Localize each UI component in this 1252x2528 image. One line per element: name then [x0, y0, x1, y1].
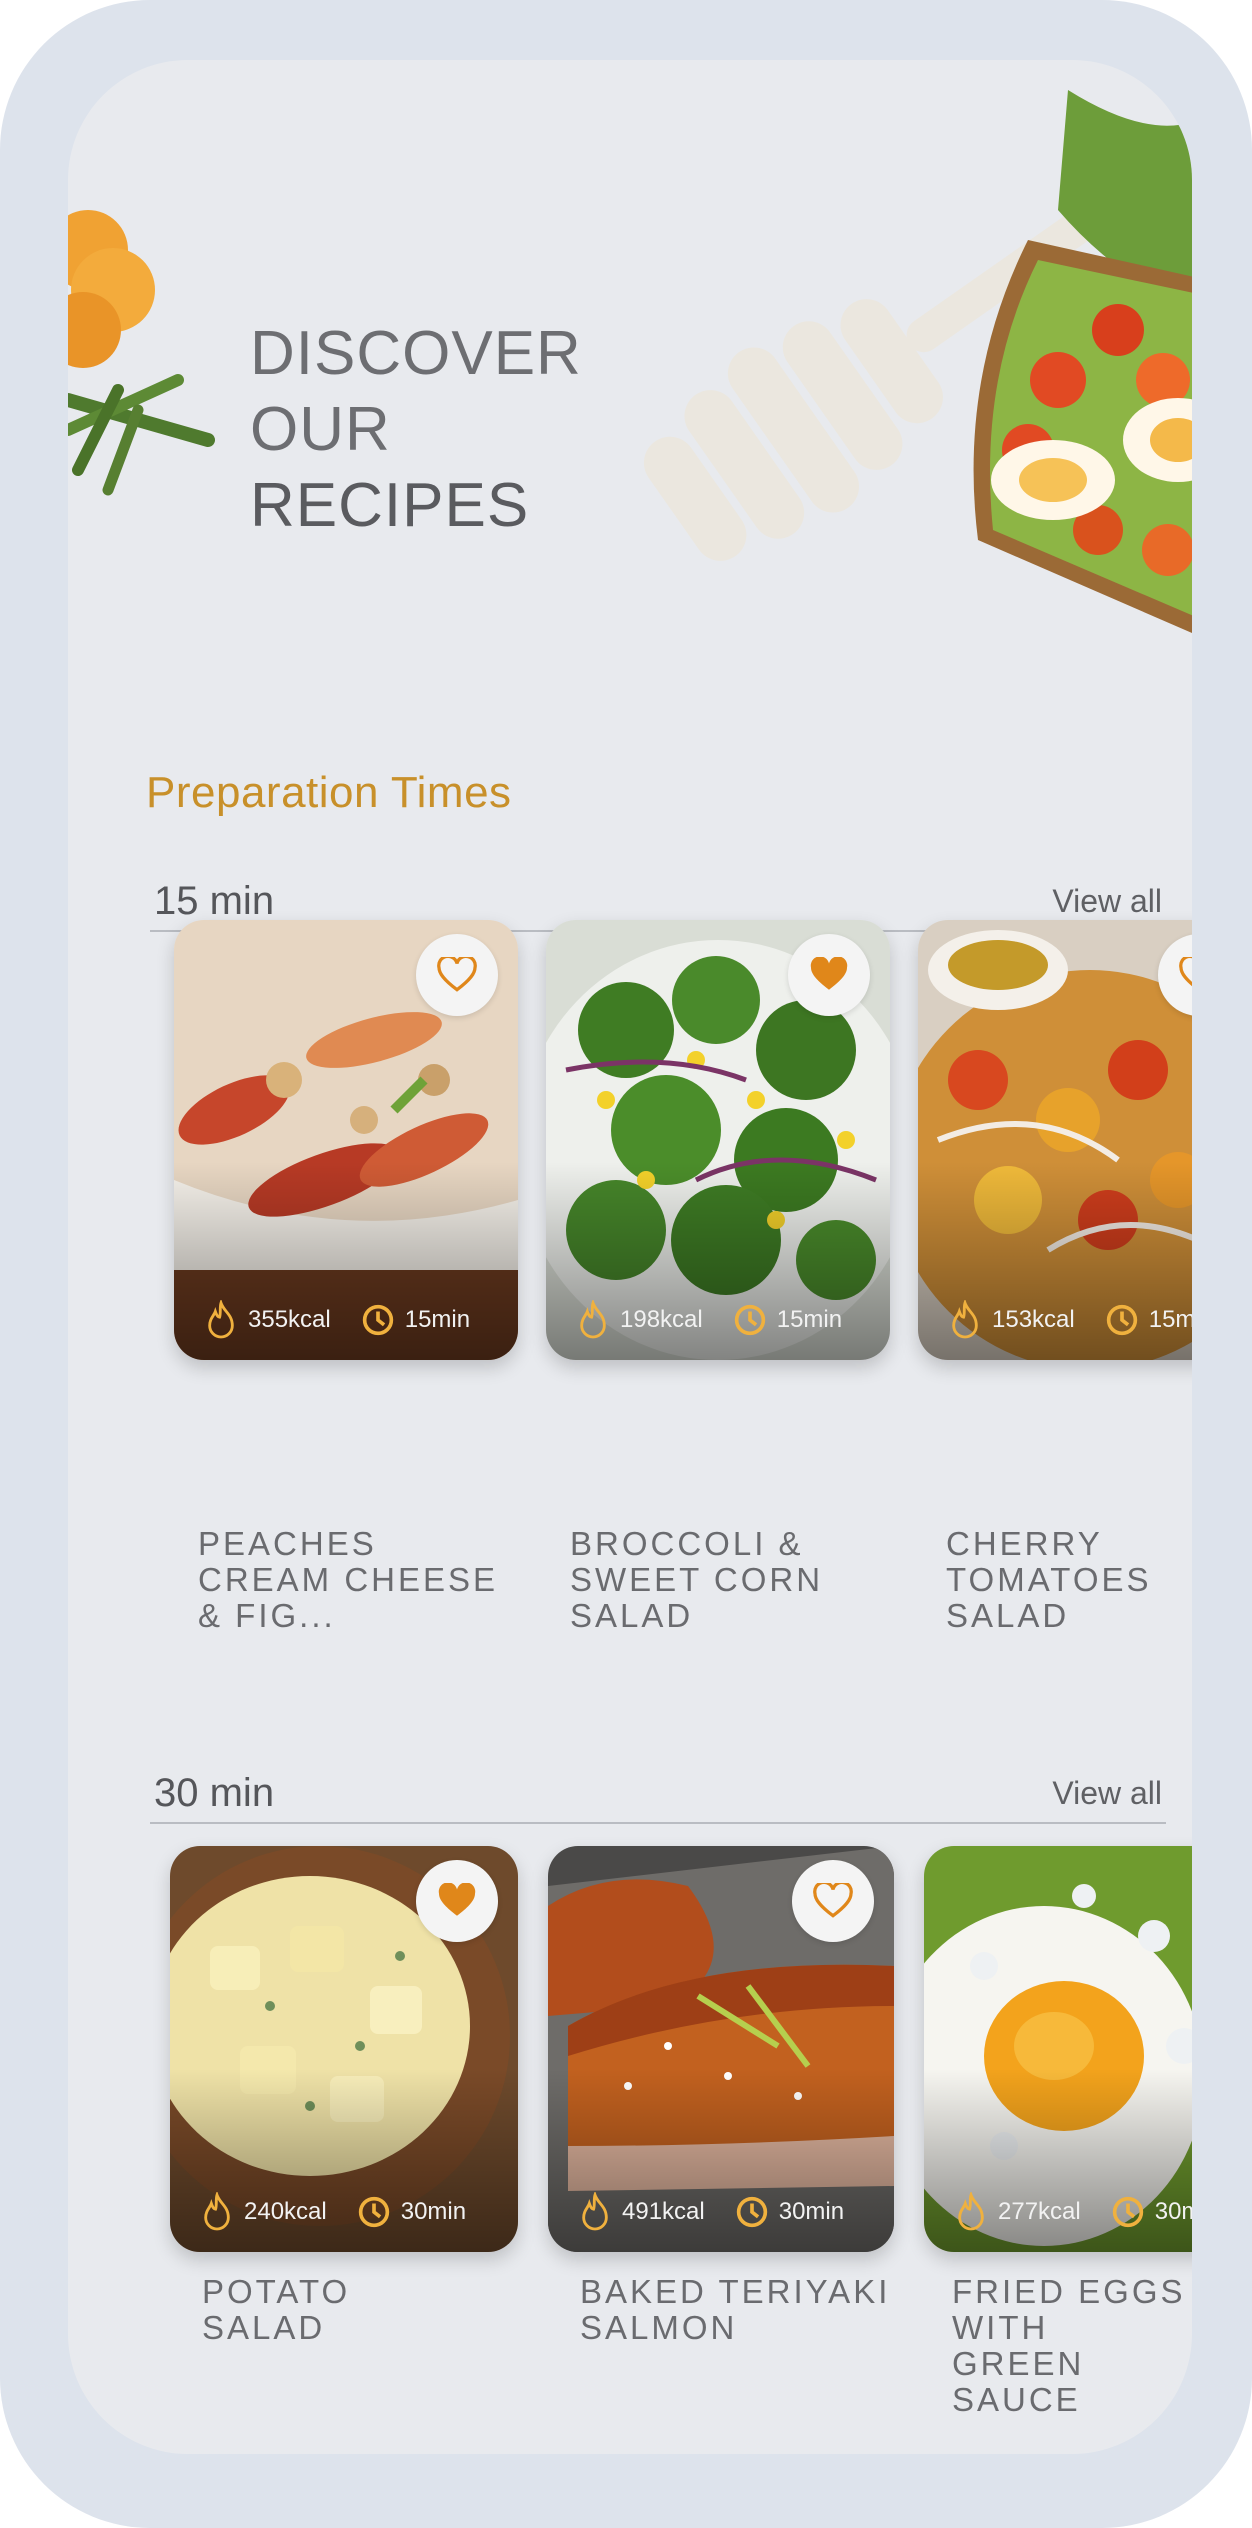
recipe-name[interactable]: BAKED TERIYAKI SALMON — [580, 2274, 890, 2346]
recipe-name-line: CREAM CHEESE — [198, 1561, 499, 1598]
row-time-label: 15 min — [154, 879, 275, 923]
recipe-name[interactable]: CHERRY TOMATOES SALAD — [946, 1526, 1152, 1634]
kcal-label: 491kcal — [622, 2198, 705, 2225]
clock-icon — [734, 1304, 765, 1336]
time-label: 15min — [776, 1306, 843, 1333]
recipe-name-line: CHERRY — [946, 1525, 1103, 1562]
flame-icon — [580, 1300, 606, 1339]
recipe-stats: 198kcal 15min — [576, 1300, 842, 1340]
recipe-name[interactable]: PEACHES CREAM CHEESE & FIG... — [198, 1526, 498, 1634]
phone-frame: DISCOVER OUR RECIPES Preparation Times 1… — [0, 0, 1252, 2528]
time-label: 15min — [1148, 1306, 1192, 1333]
recipe-name-line: SALMON — [580, 2309, 738, 2346]
row-time-label: 30 min — [154, 1771, 275, 1815]
heart-icon — [810, 957, 848, 990]
recipe-name[interactable]: FRIED EGGS WITH GREEN SAUCE — [952, 2274, 1192, 2418]
recipe-stats: 355kcal 15min — [204, 1300, 470, 1340]
flame-icon — [204, 2192, 230, 2231]
recipe-card[interactable]: 491kcal 30min — [548, 1846, 894, 2252]
favorite-button[interactable] — [788, 934, 870, 1016]
flame-icon — [582, 2192, 608, 2231]
recipe-name-line: POTATO — [202, 2273, 351, 2310]
clock-icon — [1106, 1304, 1137, 1336]
recipe-stats: 240kcal 30min — [200, 2192, 466, 2232]
recipe-name-line: BAKED TERIYAKI — [580, 2273, 891, 2310]
kcal-label: 198kcal — [620, 1306, 703, 1333]
clock-icon — [362, 1304, 393, 1336]
section-title: Preparation Times — [146, 768, 512, 817]
flame-icon — [208, 1300, 234, 1339]
recipe-card[interactable]: 355kcal 15min — [174, 920, 518, 1360]
favorite-button[interactable] — [416, 934, 498, 1016]
heart-icon — [813, 1883, 853, 1918]
recipe-name-line: SALAD — [946, 1597, 1070, 1634]
recipe-name-line: PEACHES — [198, 1525, 377, 1562]
time-label: 30min — [778, 2198, 845, 2225]
time-label: 30min — [400, 2198, 467, 2225]
clock-icon — [1112, 2196, 1143, 2228]
recipe-name-line: SALAD — [570, 1597, 694, 1634]
favorite-button[interactable] — [792, 1860, 874, 1942]
kcal-label: 153kcal — [992, 1306, 1075, 1333]
recipe-name-line: & FIG... — [198, 1597, 336, 1634]
recipe-stats: 277kcal 30min — [954, 2192, 1192, 2232]
heart-icon — [438, 1883, 476, 1916]
clock-icon — [736, 2196, 767, 2228]
time-label: 15min — [404, 1306, 471, 1333]
recipe-name-line: SAUCE — [952, 2381, 1081, 2418]
app-screen: DISCOVER OUR RECIPES Preparation Times 1… — [68, 60, 1192, 2454]
recipe-name[interactable]: POTATO SALAD — [202, 2274, 350, 2346]
recipe-name-line: WITH GREEN — [952, 2309, 1085, 2382]
view-all-link[interactable]: View all — [1052, 1775, 1162, 1812]
clock-icon — [358, 2196, 389, 2228]
row-header-30-min: 30 min View all — [150, 1750, 1166, 1824]
kcal-label: 240kcal — [244, 2198, 327, 2225]
heart-icon — [1179, 957, 1192, 987]
recipe-stats: 491kcal 30min — [578, 2192, 844, 2232]
recipe-card[interactable]: 198kcal 15min — [546, 920, 890, 1360]
recipe-name-line: TOMATOES — [946, 1561, 1152, 1598]
recipe-card[interactable]: 240kcal 30min — [170, 1846, 518, 2252]
recipe-name-line: SALAD — [202, 2309, 326, 2346]
favorite-button[interactable] — [416, 1860, 498, 1942]
avocado-toast-decoration — [973, 90, 1192, 634]
time-label: 30min — [1154, 2198, 1192, 2225]
recipe-name-line: SWEET CORN — [570, 1561, 824, 1598]
kcal-label: 355kcal — [248, 1306, 331, 1333]
recipe-card[interactable]: 153kcal 15min — [918, 920, 1192, 1360]
hero-title: DISCOVER OUR RECIPES — [250, 316, 582, 544]
recipe-card[interactable]: 277kcal 30min — [924, 1846, 1192, 2252]
hero-line-2: OUR — [250, 395, 391, 464]
heart-icon — [437, 957, 477, 992]
kcal-label: 277kcal — [998, 2198, 1081, 2225]
hero-line-1: DISCOVER — [250, 319, 582, 388]
recipe-name-line: BROCCOLI & — [570, 1525, 804, 1562]
flame-icon — [952, 1300, 978, 1339]
recipe-name-line: FRIED EGGS — [952, 2273, 1186, 2310]
recipe-name[interactable]: BROCCOLI & SWEET CORN SALAD — [570, 1526, 823, 1634]
flame-icon — [958, 2192, 984, 2231]
hero-line-3: RECIPES — [250, 471, 530, 540]
recipe-stats: 153kcal 15min — [948, 1300, 1192, 1340]
view-all-link[interactable]: View all — [1052, 883, 1162, 920]
orange-asparagus-decoration — [68, 210, 215, 496]
